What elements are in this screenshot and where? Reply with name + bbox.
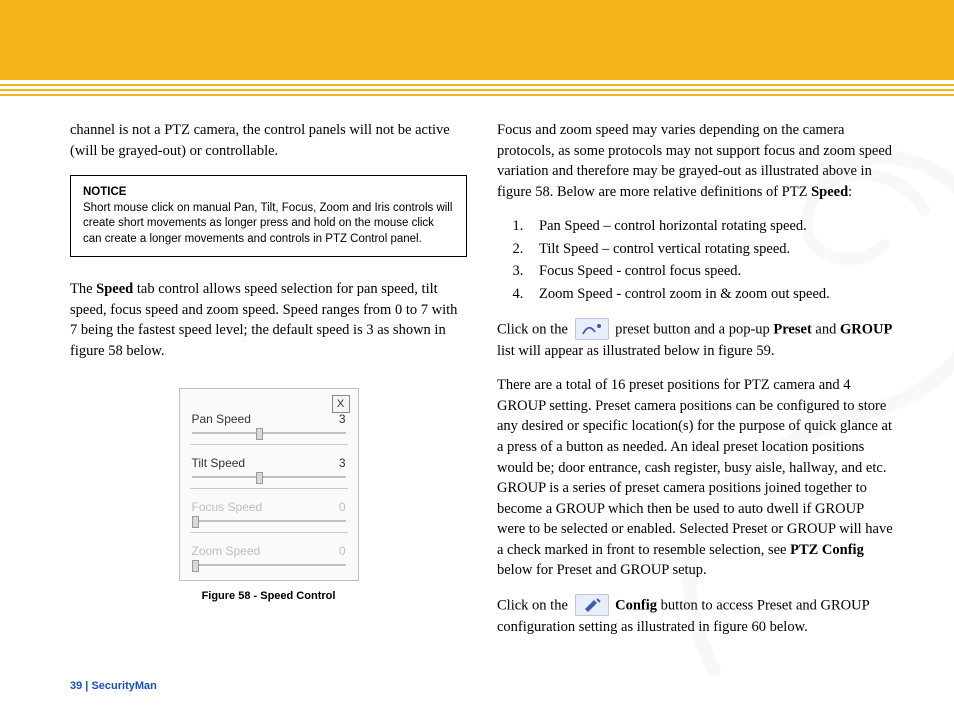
pan-speed-value: 3: [339, 411, 346, 428]
tilt-speed-value: 3: [339, 455, 346, 472]
list-item: Zoom Speed - control zoom in & zoom out …: [527, 284, 894, 305]
page-number: 39: [70, 680, 82, 692]
figure-caption: Figure 58 - Speed Control: [70, 589, 467, 605]
notice-body: Short mouse click on manual Pan, Tilt, F…: [83, 202, 452, 245]
tilt-speed-label: Tilt Speed: [192, 455, 246, 472]
zoom-speed-label: Zoom Speed: [192, 543, 261, 560]
group-paragraph: There are a total of 16 preset positions…: [497, 375, 894, 581]
pan-speed-label: Pan Speed: [192, 411, 251, 428]
zoom-speed-row: Zoom Speed 0: [192, 543, 346, 566]
speed-bold: Speed: [96, 281, 133, 297]
preset-paragraph: Click on the preset button and a pop-up …: [497, 319, 894, 362]
preset-icon[interactable]: [575, 318, 609, 340]
config-icon[interactable]: [575, 594, 609, 616]
header-rule-1: [0, 84, 954, 86]
notice-title: NOTICE: [83, 186, 126, 198]
header-rule-2: [0, 89, 954, 91]
focus-speed-slider: [192, 520, 346, 522]
list-item: Pan Speed – control horizontal rotating …: [527, 216, 894, 237]
focus-speed-row: Focus Speed 0: [192, 499, 346, 522]
intro-paragraph: channel is not a PTZ camera, the control…: [70, 120, 467, 161]
speed-definitions-list: Pan Speed – control horizontal rotating …: [527, 216, 894, 304]
focus-paragraph: Focus and zoom speed may varies dependin…: [497, 120, 894, 202]
ptz-config-bold: PTZ Config: [790, 542, 864, 558]
speed-control-panel: X Pan Speed 3 Tilt Speed 3: [179, 388, 359, 581]
list-item: Tilt Speed – control vertical rotating s…: [527, 239, 894, 260]
focus-speed-bold: Speed: [811, 184, 848, 200]
zoom-speed-value: 0: [339, 543, 346, 560]
close-icon[interactable]: X: [332, 395, 350, 413]
pan-speed-slider[interactable]: [192, 432, 346, 434]
config-paragraph: Click on the Config button to access Pre…: [497, 595, 894, 638]
footer-brand: SecurityMan: [91, 680, 156, 692]
list-item: Focus Speed - control focus speed.: [527, 261, 894, 282]
notice-box: NOTICE Short mouse click on manual Pan, …: [70, 175, 467, 257]
pan-speed-row: Pan Speed 3: [192, 411, 346, 434]
config-bold: Config: [615, 597, 657, 613]
tilt-speed-slider[interactable]: [192, 476, 346, 478]
focus-speed-label: Focus Speed: [192, 499, 263, 516]
header-band: [0, 0, 954, 80]
page-footer: 39 | SecurityMan: [70, 680, 157, 692]
zoom-speed-slider: [192, 564, 346, 566]
tilt-speed-row: Tilt Speed 3: [192, 455, 346, 478]
focus-speed-value: 0: [339, 499, 346, 516]
speed-paragraph: The Speed tab control allows speed selec…: [70, 279, 467, 361]
